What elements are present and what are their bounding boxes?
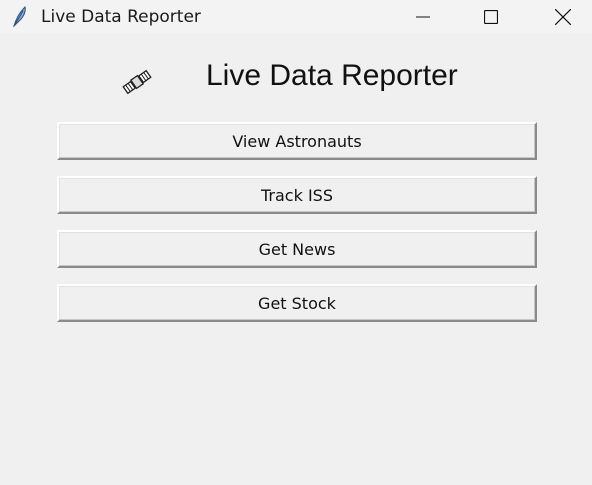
minimize-icon: [416, 10, 430, 24]
title-bar[interactable]: Live Data Reporter: [0, 0, 592, 33]
maximize-icon: [484, 9, 498, 24]
get-stock-button[interactable]: Get Stock: [57, 284, 537, 322]
page-title: Live Data Reporter: [206, 59, 458, 92]
view-astronauts-button[interactable]: View Astronauts: [57, 122, 537, 160]
satellite-icon: [122, 67, 152, 97]
feather-icon: [10, 5, 30, 28]
close-button[interactable]: [540, 0, 586, 33]
minimize-button[interactable]: [400, 0, 446, 33]
main-content: Live Data Reporter View Astronauts Track…: [0, 33, 592, 485]
app-window: Live Data Reporter Live Data Reporter Vi…: [0, 0, 592, 485]
track-iss-button[interactable]: Track ISS: [57, 176, 537, 214]
close-icon: [555, 8, 571, 25]
window-title: Live Data Reporter: [41, 7, 201, 27]
get-news-button[interactable]: Get News: [57, 230, 537, 268]
maximize-button[interactable]: [468, 0, 514, 33]
